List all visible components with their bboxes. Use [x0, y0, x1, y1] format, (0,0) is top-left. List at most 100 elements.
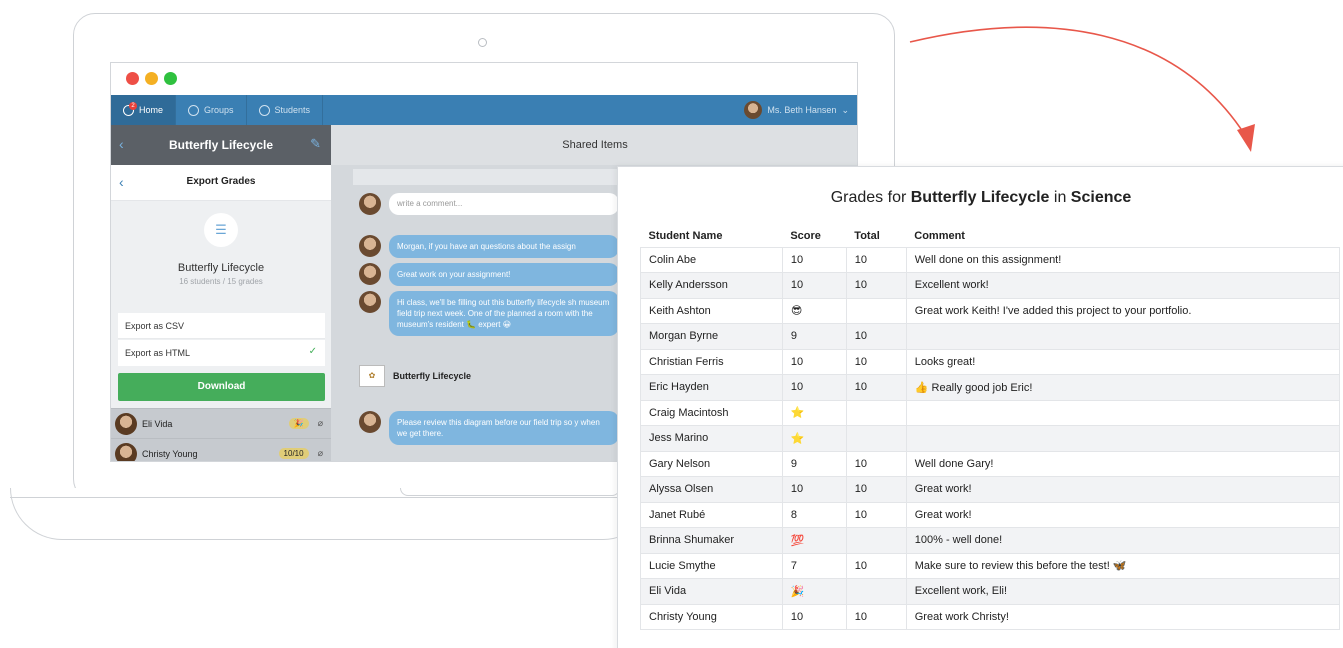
- student-row[interactable]: Christy Young 10/10 ⌀: [111, 438, 331, 461]
- table-row: Eli Vida 🎉 Excellent work, Eli!: [640, 578, 1341, 605]
- table-row: Jess Marino ⭐: [640, 425, 1341, 452]
- total-cell: 10: [845, 323, 907, 350]
- grades-export-card: Grades for Butterfly Lifecycle in Scienc…: [617, 166, 1343, 648]
- table-row: Christy Young 10 10 Great work Christy!: [640, 603, 1341, 630]
- user-name: Ms. Beth Hansen: [767, 105, 837, 115]
- window-titlebar: [111, 63, 857, 95]
- grades-title-prefix: Grades for: [830, 189, 911, 206]
- score-cell: ⭐: [781, 425, 847, 452]
- table-row: Eric Hayden 10 10 👍 Really good job Eric!: [640, 374, 1341, 401]
- score-cell: ⭐: [781, 399, 847, 426]
- score-cell: 😎: [781, 297, 847, 324]
- post-item: Morgan, if you have an questions about t…: [359, 235, 619, 258]
- comment-cell: [905, 323, 1341, 350]
- avatar: [744, 101, 763, 119]
- score-cell: 💯: [781, 527, 847, 554]
- student-name-cell: Alyssa Olsen: [640, 476, 783, 503]
- student-name-cell: Lucie Smythe: [640, 552, 783, 579]
- table-row: Christian Ferris 10 10 Looks great!: [640, 348, 1341, 375]
- export-csv-label: Export as CSV: [125, 321, 185, 331]
- wrench-icon[interactable]: ✎: [310, 136, 321, 152]
- assignment-header: ‹ Butterfly Lifecycle ✎: [111, 125, 331, 165]
- minimize-window-button[interactable]: [145, 72, 158, 85]
- score-cell: 7: [781, 552, 847, 579]
- chevron-down-icon: ⌄: [841, 104, 849, 115]
- students-icon: [258, 104, 270, 116]
- shared-item-row[interactable]: ✿ Butterfly Lifecycle: [359, 365, 471, 387]
- export-assignment-sub: 16 students / 15 grades: [179, 277, 263, 286]
- comment-cell: Great work!: [905, 501, 1341, 528]
- tab-groups[interactable]: Groups: [176, 95, 247, 125]
- total-cell: 10: [845, 374, 907, 401]
- score-cell: 9: [781, 323, 847, 350]
- student-name-cell: Brinna Shumaker: [640, 527, 783, 554]
- comment-cell: 👍 Really good job Eric!: [905, 374, 1341, 401]
- column-header-total: Total: [854, 229, 880, 242]
- export-title: Export Grades: [186, 176, 256, 187]
- student-name-cell: Janet Rubé: [640, 501, 783, 528]
- total-cell: [845, 425, 907, 452]
- table-row: Keith Ashton 😎 Great work Keith! I've adde…: [640, 297, 1341, 324]
- close-window-button[interactable]: [126, 72, 139, 85]
- post-bubble: Great work on your assignment!: [389, 263, 619, 286]
- tab-students[interactable]: Students: [247, 95, 324, 125]
- left-pane: ‹ Butterfly Lifecycle ✎ ‹ Export Grades …: [111, 125, 331, 461]
- student-name: Eli Vida: [142, 418, 173, 429]
- grades-title-mid: in: [1049, 189, 1071, 206]
- student-name-cell: Craig Macintosh: [640, 399, 783, 426]
- score-cell: 10: [781, 476, 847, 503]
- student-name-cell: Christian Ferris: [640, 348, 783, 375]
- total-cell: [845, 578, 907, 605]
- total-cell: 10: [845, 476, 907, 503]
- comment-input[interactable]: write a comment...: [389, 193, 619, 215]
- table-row: Janet Rubé 8 10 Great work!: [640, 501, 1341, 528]
- zoom-window-button[interactable]: [164, 72, 177, 85]
- score-cell: 8: [781, 501, 847, 528]
- grades-title: Grades for Butterfly Lifecycle in Scienc…: [618, 189, 1343, 207]
- score-cell: 10: [781, 374, 847, 401]
- post-bubble: Hi class, we'll be filling out this butt…: [389, 291, 619, 336]
- grades-table-body: Colin Abe 10 10 Well done on this assignmen…: [640, 246, 1341, 630]
- comment-cell: Well done on this assignment!: [905, 246, 1341, 273]
- score-cell: 🎉: [781, 578, 847, 605]
- butterfly-thumbnail-icon: ✿: [359, 365, 385, 387]
- table-row: Craig Macintosh ⭐: [640, 399, 1341, 426]
- score-cell: 9: [781, 450, 847, 477]
- user-menu[interactable]: Ms. Beth Hansen ⌄: [744, 95, 857, 125]
- total-cell: 10: [845, 348, 907, 375]
- assignment-title: Butterfly Lifecycle: [168, 138, 274, 152]
- download-button[interactable]: Download: [118, 373, 325, 401]
- groups-icon: [188, 104, 200, 116]
- export-html-option[interactable]: Export as HTML ✓: [118, 340, 325, 366]
- table-row: Kelly Andersson 10 10 Excellent work!: [640, 272, 1341, 299]
- export-csv-option[interactable]: Export as CSV: [118, 313, 325, 339]
- post-item: Great work on your assignment!: [359, 263, 619, 286]
- student-name: Christy Young: [142, 448, 198, 459]
- grades-title-assignment: Butterfly Lifecycle: [910, 189, 1050, 206]
- column-header-score: Score: [790, 229, 821, 242]
- export-header: ‹ Export Grades: [111, 165, 331, 201]
- export-html-label: Export as HTML: [125, 348, 191, 358]
- grade-badge: 🎉: [288, 418, 309, 429]
- table-row: Gary Nelson 9 10 Well done Gary!: [640, 450, 1341, 477]
- tab-home[interactable]: 2 Home: [111, 95, 177, 125]
- post-bubble: Please review this diagram before our fi…: [389, 411, 619, 445]
- student-name-cell: Keith Ashton: [640, 297, 783, 324]
- comment-cell: Excellent work, Eli!: [905, 578, 1341, 605]
- column-header-comment: Comment: [914, 229, 965, 242]
- avatar: [115, 412, 137, 435]
- shared-item-title: Butterfly Lifecycle: [393, 371, 472, 381]
- top-navbar: 2 Home Groups Students Ms. Beth Hansen ⌄: [111, 95, 857, 125]
- comment-cell: Make sure to review this before the test…: [905, 552, 1341, 579]
- post-item: Hi class, we'll be filling out this butt…: [359, 291, 619, 336]
- home-icon: 2: [123, 101, 137, 116]
- student-row[interactable]: Eli Vida 🎉 ⌀: [111, 408, 331, 438]
- post-item: Please review this diagram before our fi…: [359, 411, 619, 445]
- comment-cell: Great work Keith! I've added this projec…: [905, 297, 1341, 324]
- tab-students-label: Students: [274, 105, 311, 115]
- total-cell: 10: [845, 272, 907, 299]
- avatar: [359, 291, 381, 313]
- total-cell: 10: [845, 603, 907, 630]
- comment-cell: Excellent work!: [905, 272, 1341, 299]
- stage: 2 Home Groups Students Ms. Beth Hansen ⌄…: [0, 0, 1343, 648]
